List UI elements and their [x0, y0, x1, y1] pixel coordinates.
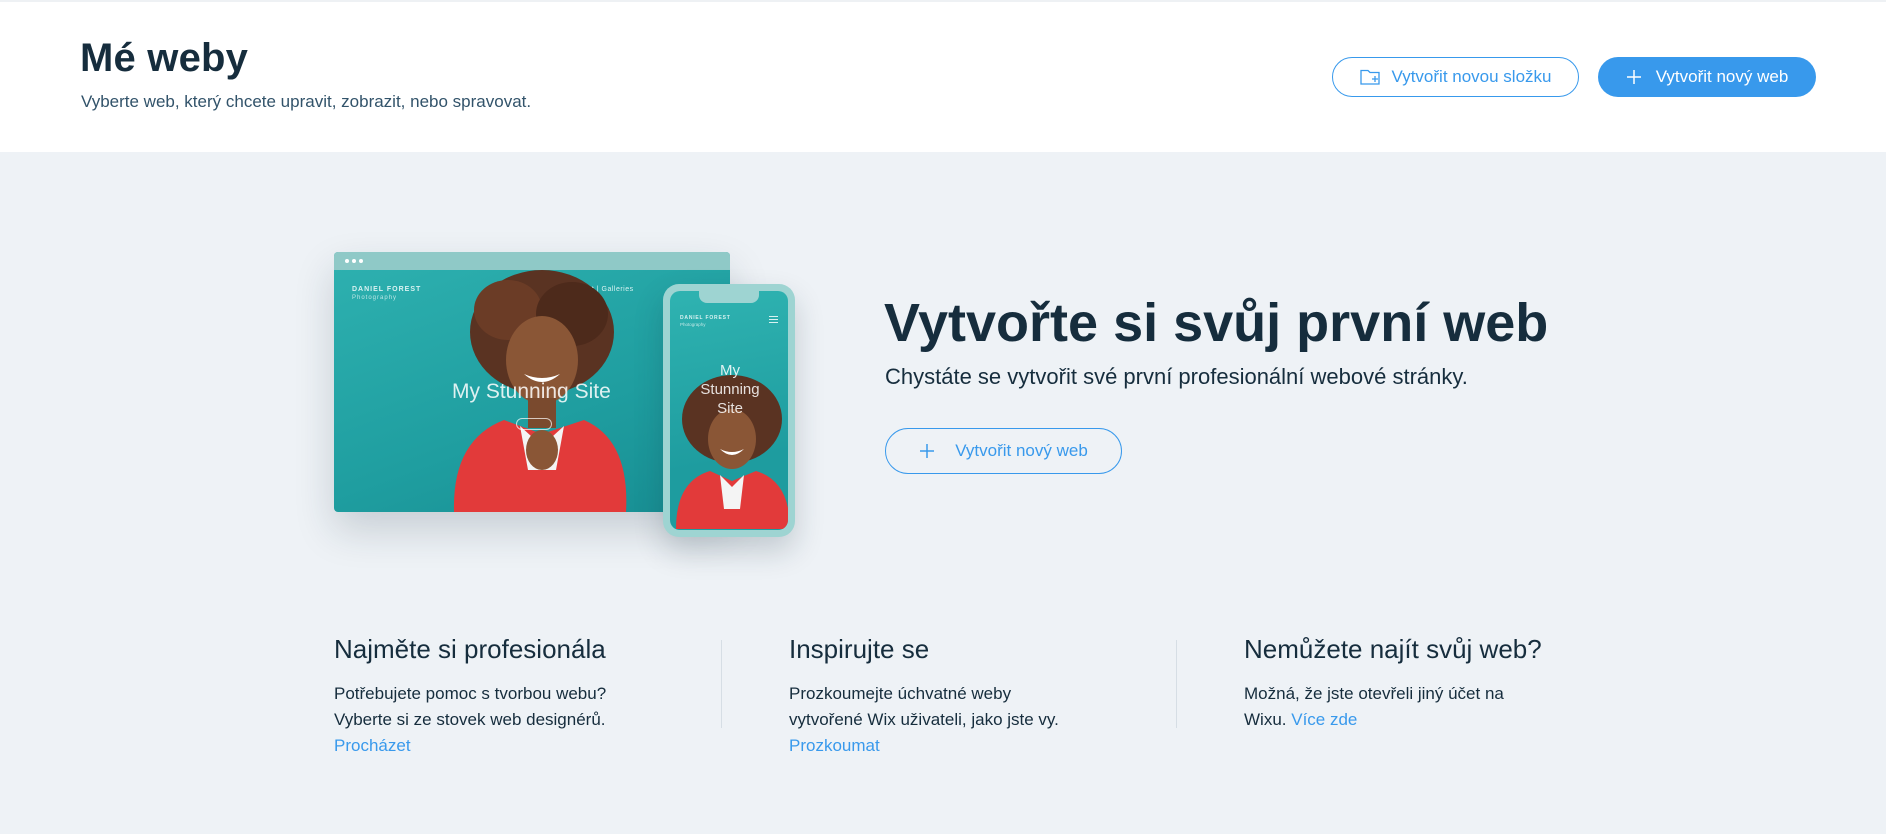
hire-heading: Najměte si profesionála — [334, 634, 606, 664]
mobile-site-title: My Stunning Site — [700, 362, 760, 417]
inspiration-text-line1: Prozkoumejte úchvatné weby — [789, 684, 1012, 703]
website-preview-illustration: DANIEL FOREST Photography Home | About |… — [334, 252, 796, 537]
column-divider — [1176, 640, 1177, 728]
folder-add-icon — [1359, 69, 1380, 85]
hire-text-line1: Potřebujete pomoc s tvorbou webu? — [334, 684, 607, 703]
hire-text: Potřebujete pomoc s tvorbou webu? Vybert… — [334, 681, 674, 759]
create-site-label: Vytvořit nový web — [1655, 67, 1789, 86]
plus-icon — [920, 444, 935, 458]
find-site-text-line1: Možná, že jste otevřeli jiný účet na — [1244, 684, 1504, 703]
hero-button-label: Vytvořit nový web — [955, 441, 1088, 460]
hero-create-site-button[interactable]: Vytvořit nový web — [885, 428, 1122, 474]
hero-subtitle: Chystáte se vytvořit své první profesion… — [885, 364, 1468, 389]
find-site-section: Nemůžete najít svůj web? Možná, že jste … — [1244, 634, 1584, 733]
mobile-screen: DANIEL FOREST Photography My Stunning Si… — [670, 291, 788, 530]
inspiration-text: Prozkoumejte úchvatné weby vytvořené Wix… — [789, 681, 1129, 759]
phone-notch — [699, 291, 759, 303]
browser-dot — [345, 259, 349, 263]
preview-button — [516, 418, 552, 430]
preview-site-title: My Stunning Site — [452, 380, 611, 403]
explore-link[interactable]: Prozkoumat — [789, 736, 880, 755]
browser-bar — [334, 252, 730, 270]
find-site-heading: Nemůžete najít svůj web? — [1244, 634, 1542, 664]
column-divider — [721, 640, 722, 728]
page-header: Mé weby Vyberte web, který chcete upravi… — [0, 0, 1886, 152]
find-site-text: Možná, že jste otevřeli jiný účet na Wix… — [1244, 681, 1584, 733]
hire-professional-section: Najměte si profesionála Potřebujete pomo… — [334, 634, 674, 759]
preview-brand-sub: Photography — [352, 295, 398, 301]
create-folder-label: Vytvořit novou složku — [1391, 67, 1552, 86]
plus-icon — [1626, 70, 1641, 84]
create-folder-button[interactable]: Vytvořit novou složku — [1332, 57, 1579, 97]
inspiration-heading: Inspirujte se — [789, 634, 930, 664]
more-info-link[interactable]: Více zde — [1291, 710, 1357, 729]
browse-link[interactable]: Procházet — [334, 736, 411, 755]
preview-brand: DANIEL FOREST — [352, 286, 422, 293]
mobile-preview: DANIEL FOREST Photography My Stunning Si… — [663, 284, 795, 537]
page-title: Mé weby — [80, 36, 249, 80]
find-site-text-prefix: Wixu. — [1244, 710, 1287, 729]
inspiration-text-line2: vytvořené Wix uživateli, jako jste vy. — [789, 710, 1059, 729]
mobile-brand-sub: Photography — [680, 322, 706, 327]
page-subtitle: Vyberte web, který chcete upravit, zobra… — [81, 92, 532, 111]
hamburger-menu-icon — [769, 316, 778, 325]
inspiration-section: Inspirujte se Prozkoumejte úchvatné weby… — [789, 634, 1129, 759]
hero-title: Vytvořte si svůj první web — [884, 293, 1549, 353]
create-site-button[interactable]: Vytvořit nový web — [1598, 57, 1816, 97]
hire-text-line2: Vyberte si ze stovek web designérů. — [334, 710, 606, 729]
browser-dot — [352, 259, 356, 263]
browser-dot — [359, 259, 363, 263]
mobile-brand: DANIEL FOREST — [680, 315, 731, 321]
